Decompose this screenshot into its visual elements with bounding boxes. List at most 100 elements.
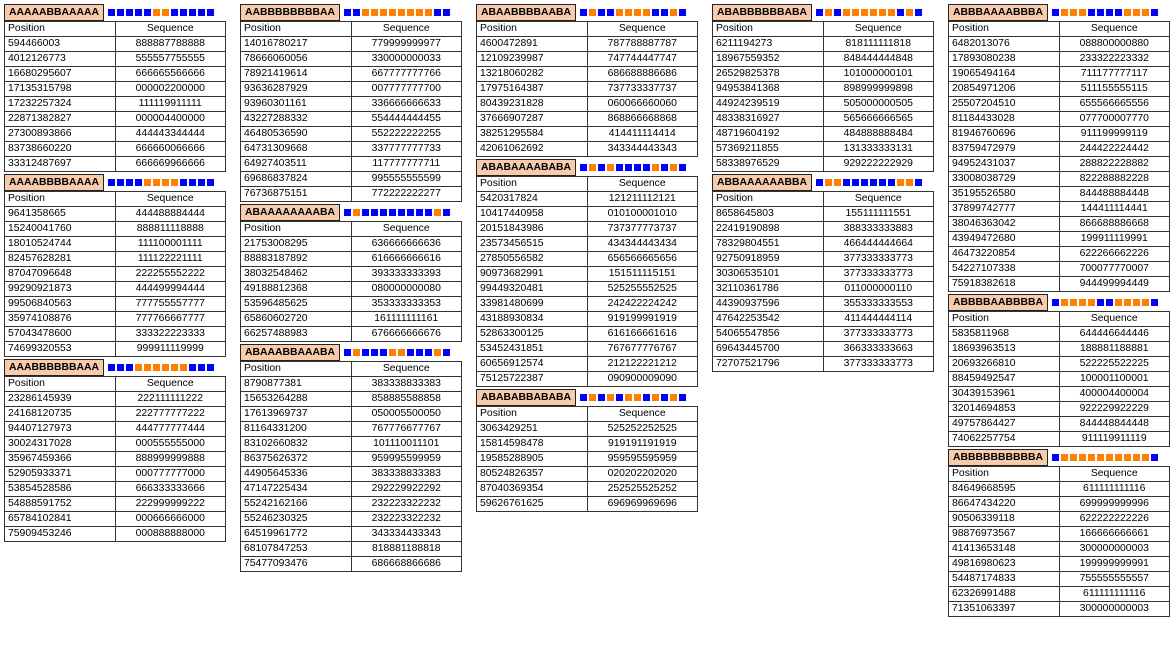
position-cell: 84649668595 <box>948 481 1060 497</box>
sequence-cell: 444777777444 <box>114 421 226 437</box>
table-row: 47642253542 411444444114 <box>712 311 934 327</box>
position-cell: 72707521796 <box>712 356 824 372</box>
sequence-cell: 007777777700 <box>350 81 462 97</box>
sequence-cell: 144411114441 <box>1058 201 1170 217</box>
square-a <box>189 179 197 186</box>
square-a <box>634 164 642 171</box>
table-row: 74062257754 911119911119 <box>948 431 1170 447</box>
sequence-cell: 929222222929 <box>822 156 934 172</box>
square-a <box>434 9 442 16</box>
table-header-row: Position Sequence <box>240 221 462 237</box>
position-header: Position <box>240 361 352 377</box>
table-row: 6482013076 088800000880 <box>948 36 1170 52</box>
sequence-cell: 666660066666 <box>114 141 226 157</box>
square-b <box>670 9 678 16</box>
sequence-cell: 484888888484 <box>822 126 934 142</box>
table-row: 64519961772 343334433343 <box>240 526 462 542</box>
position-cell: 5835811968 <box>948 326 1060 342</box>
sequence-cell: 000555555000 <box>114 436 226 452</box>
position-cell: 17613969737 <box>240 406 352 422</box>
sequence-cell: 222111111222 <box>114 391 226 407</box>
pattern-title: AABBBBBBBBAA <box>240 4 341 21</box>
square-a <box>180 9 188 16</box>
sequence-cell: 117777777711 <box>350 156 462 172</box>
square-b <box>1106 454 1114 461</box>
square-a <box>661 9 669 16</box>
table-row: 49188812368 080000000080 <box>240 281 462 297</box>
table-header-row: Position Sequence <box>476 21 698 37</box>
table-row: 18967559352 848444444848 <box>712 51 934 67</box>
position-cell: 80524826357 <box>476 466 588 482</box>
position-cell: 94407127973 <box>4 421 116 437</box>
position-cell: 5420317824 <box>476 191 588 207</box>
position-cell: 15240041760 <box>4 221 116 237</box>
position-cell: 75125722387 <box>476 371 588 387</box>
table-row: 58338976529 929222222929 <box>712 156 934 172</box>
pattern-title: ABBBBAABBBBA <box>948 294 1049 311</box>
square-b <box>180 364 188 371</box>
sequence-cell: 959995599959 <box>350 451 462 467</box>
table-row: 20854971206 511155555115 <box>948 81 1170 97</box>
square-a <box>1151 299 1159 306</box>
position-cell: 43188930834 <box>476 311 588 327</box>
table-row: 99449320481 525255552525 <box>476 281 698 297</box>
table-row: 82457628281 111122221111 <box>4 251 226 267</box>
position-cell: 26529825378 <box>712 66 824 82</box>
sequence-cell: 822288882228 <box>1058 171 1170 187</box>
position-cell: 37899742777 <box>948 201 1060 217</box>
square-b <box>135 364 143 371</box>
pattern-header: AAAABBBBAAAA <box>4 174 226 191</box>
position-cell: 41413653148 <box>948 541 1060 557</box>
square-b <box>643 9 651 16</box>
table-row: 38046363042 866688886668 <box>948 216 1170 232</box>
pattern-header: ABAAABBAAABA <box>240 344 462 361</box>
table-row: 44390937596 355333333553 <box>712 296 934 312</box>
square-b <box>1079 299 1087 306</box>
pattern-squares <box>816 9 923 16</box>
table-row: 17613969737 050005500050 <box>240 406 462 422</box>
position-cell: 93636287929 <box>240 81 352 97</box>
pattern-squares <box>1052 299 1159 306</box>
position-cell: 53452431851 <box>476 341 588 357</box>
square-a <box>1151 9 1159 16</box>
sequence-cell: 377333333773 <box>822 266 934 282</box>
position-cell: 17893080238 <box>948 51 1060 67</box>
sequence-cell: 212122221212 <box>586 356 698 372</box>
sequence-cell: 565666666565 <box>822 111 934 127</box>
table-row: 86375626372 959995599959 <box>240 451 462 467</box>
square-b <box>1124 299 1132 306</box>
square-a <box>643 164 651 171</box>
square-a <box>443 209 451 216</box>
square-b <box>1133 9 1141 16</box>
sequence-header: Sequence <box>350 361 462 377</box>
square-b <box>589 164 597 171</box>
sequence-cell: 010100001010 <box>586 206 698 222</box>
position-header: Position <box>948 466 1060 482</box>
position-cell: 83738660220 <box>4 141 116 157</box>
pattern-header: ABAAAAAAAABA <box>240 204 462 221</box>
pattern-header: ABBBBBBBBBBA <box>948 449 1170 466</box>
position-cell: 54487174833 <box>948 571 1060 587</box>
position-cell: 43227288332 <box>240 111 352 127</box>
sequence-cell: 767776677767 <box>350 421 462 437</box>
pattern-title: AAABBBBBBAAA <box>4 359 105 376</box>
square-b <box>162 364 170 371</box>
square-a <box>861 179 869 186</box>
sequence-cell: 779999999977 <box>350 36 462 52</box>
square-a <box>126 9 134 16</box>
position-cell: 6211194273 <box>712 36 824 52</box>
sequence-cell: 686668866686 <box>350 556 462 572</box>
square-b <box>906 9 914 16</box>
square-a <box>108 9 116 16</box>
square-a <box>108 179 116 186</box>
sequence-cell: 411444444114 <box>822 311 934 327</box>
sequence-cell: 772222222277 <box>350 186 462 202</box>
pattern-title: ABABBBBBBABA <box>712 4 813 21</box>
table-row: 43188930834 919199991919 <box>476 311 698 327</box>
sequence-cell: 711177777117 <box>1058 66 1170 82</box>
square-b <box>589 394 597 401</box>
column-2: AABBBBBBBBAA Position Sequence 14016780217 7… <box>240 4 462 574</box>
table-row: 5835811968 644446644446 <box>948 326 1170 342</box>
position-cell: 594466003 <box>4 36 116 52</box>
position-cell: 44390937596 <box>712 296 824 312</box>
